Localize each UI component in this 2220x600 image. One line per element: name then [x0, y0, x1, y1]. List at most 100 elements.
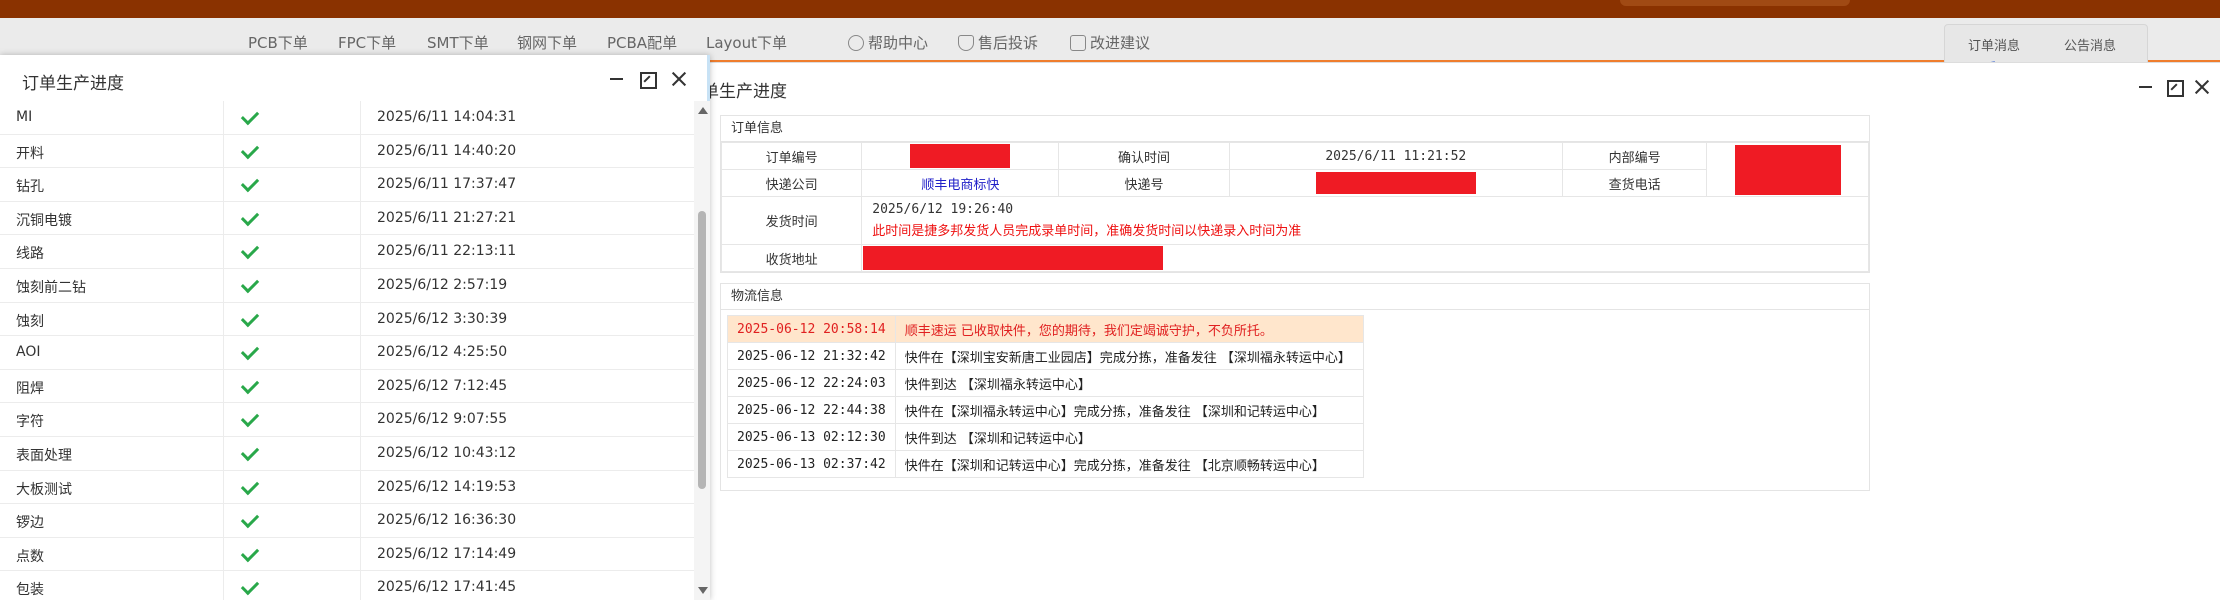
logistics-row: 2025-06-12 22:24:03 快件到达 【深圳福永转运中心】	[727, 369, 1364, 397]
progress-scrollbar[interactable]	[694, 101, 710, 600]
internal-no-value	[1706, 142, 1869, 197]
progress-time: 2025/6/11 21:27:21	[377, 209, 517, 226]
logistics-text: 快件在【深圳和记转运中心】完成分拣，准备发往 【北京顺畅转运中心】	[894, 450, 1364, 478]
column-divider	[223, 403, 224, 436]
nav-stencil-order[interactable]: 钢网下单	[517, 32, 577, 53]
logistics-time: 2025-06-13 02:12:30	[727, 423, 896, 451]
check-icon	[242, 510, 260, 528]
progress-dialog-titlebar[interactable]: 订单生产进度	[0, 55, 707, 101]
column-divider	[223, 470, 224, 504]
check-icon	[242, 443, 260, 461]
top-search-box[interactable]	[1620, 0, 1850, 6]
help-icon	[848, 35, 864, 51]
column-divider	[360, 537, 361, 571]
progress-row: AOI 2025/6/12 4:25:50	[0, 336, 694, 370]
maximize-icon[interactable]	[637, 69, 657, 89]
tracking-value	[1228, 169, 1563, 197]
close-icon[interactable]	[669, 69, 689, 89]
check-icon	[242, 409, 260, 427]
column-divider	[360, 168, 361, 201]
nav-smt-order[interactable]: SMT下单	[427, 32, 489, 53]
check-icon	[242, 309, 260, 327]
minimize-icon[interactable]	[2136, 77, 2156, 97]
nav-pcb-order[interactable]: PCB下单	[248, 32, 308, 53]
logistics-text: 顺丰速运 已收取快件，您的期待，我们定竭诚守护，不负所托。	[894, 315, 1364, 343]
progress-step: 点数	[16, 548, 44, 565]
order-info-title: 订单信息	[721, 116, 1869, 142]
nav-suggestion[interactable]: 改进建议	[1070, 32, 1150, 53]
order-no-value	[861, 142, 1060, 170]
nav-layout-order[interactable]: Layout下单	[706, 32, 787, 53]
column-divider	[223, 201, 224, 235]
close-icon[interactable]	[2192, 77, 2212, 97]
progress-list: MI 2025/6/11 14:04:31 开料 2025/6/11 14:40:20…	[0, 101, 694, 600]
progress-dialog-title: 订单生产进度	[22, 74, 124, 94]
top-brand-bar	[0, 0, 2220, 18]
logistics-title: 物流信息	[721, 284, 1869, 310]
progress-time: 2025/6/12 2:57:19	[377, 276, 508, 293]
courier-value[interactable]: 顺丰电商标快	[861, 169, 1060, 197]
logistics-text: 快件在【深圳宝安新唐工业园店】完成分拣，准备发往 【深圳福永转运中心】	[894, 342, 1364, 370]
check-icon	[242, 141, 260, 159]
logistics-text: 快件在【深圳福永转运中心】完成分拣，准备发往 【深圳和记转运中心】	[894, 396, 1364, 424]
column-divider	[360, 571, 361, 600]
progress-step: 开料	[16, 145, 44, 162]
nav-complaint[interactable]: 售后投诉	[958, 32, 1038, 53]
nav-suggest-label: 改进建议	[1090, 34, 1151, 52]
address-label: 收货地址	[720, 244, 863, 272]
progress-row: 线路 2025/6/11 22:13:11	[0, 235, 694, 269]
progress-time: 2025/6/12 16:36:30	[377, 512, 517, 529]
column-divider	[223, 571, 224, 600]
progress-time: 2025/6/11 22:13:11	[377, 243, 517, 260]
progress-time: 2025/6/11 14:04:31	[377, 109, 517, 125]
progress-step: 蚀刻	[16, 313, 44, 330]
progress-time: 2025/6/12 4:25:50	[377, 344, 508, 361]
progress-row: 开料 2025/6/11 14:40:20	[0, 134, 694, 169]
progress-row: 蚀刻 2025/6/12 3:30:39	[0, 302, 694, 337]
app-root: PCB下单 FPC下单 SMT下单 钢网下单 PCBA配单 Layout下单 帮…	[0, 0, 2220, 600]
logistics-time: 2025-06-12 22:24:03	[727, 369, 896, 397]
column-divider	[223, 537, 224, 571]
order-dialog-titlebar[interactable]: 单生产进度	[690, 63, 2220, 109]
scroll-down-icon[interactable]	[698, 587, 708, 594]
column-divider	[360, 302, 361, 336]
progress-row: 沉铜电镀 2025/6/11 21:27:21	[0, 201, 694, 236]
progress-time: 2025/6/12 9:07:55	[377, 411, 508, 428]
logistics-text: 快件到达 【深圳和记转运中心】	[894, 423, 1364, 451]
logistics-row: 2025-06-13 02:12:30 快件到达 【深圳和记转运中心】	[727, 423, 1364, 451]
progress-time: 2025/6/12 17:14:49	[377, 545, 517, 562]
progress-row: 蚀刻前二钻 2025/6/12 2:57:19	[0, 268, 694, 303]
redacted-block	[910, 144, 1011, 168]
logistics-time: 2025-06-12 22:44:38	[727, 396, 896, 424]
logistics-section: 物流信息 2025-06-12 20:58:14 顺丰速运 已收取快件，您的期待…	[720, 283, 1870, 491]
confirm-time-value: 2025/6/11 11:21:52	[1228, 142, 1563, 170]
nav-help-center[interactable]: 帮助中心	[848, 32, 928, 53]
column-divider	[360, 369, 361, 403]
progress-row: 钻孔 2025/6/11 17:37:47	[0, 168, 694, 202]
ship-time-cell: 2025/6/12 19:26:40 此时间是捷多邦发货人员完成录单时间，准确发…	[861, 196, 1869, 245]
check-icon	[242, 107, 260, 125]
nav-pcba-order[interactable]: PCBA配单	[607, 32, 677, 53]
internal-no-label: 内部编号	[1561, 142, 1708, 170]
redacted-block	[1734, 144, 1841, 195]
nav-help-label: 帮助中心	[868, 34, 929, 52]
nav-fpc-order[interactable]: FPC下单	[338, 32, 396, 53]
scroll-up-icon[interactable]	[698, 107, 708, 114]
maximize-icon[interactable]	[2164, 77, 2184, 97]
progress-step: 字符	[16, 414, 44, 431]
address-value	[861, 244, 1869, 272]
minimize-icon[interactable]	[607, 69, 627, 89]
scroll-thumb[interactable]	[698, 211, 706, 489]
column-divider	[360, 504, 361, 537]
progress-time: 2025/6/12 7:12:45	[377, 377, 508, 394]
progress-row: MI 2025/6/11 14:04:31	[0, 101, 694, 135]
logistics-time: 2025-06-13 02:37:42	[727, 450, 896, 478]
progress-step: MI	[16, 109, 33, 125]
logistics-table: 2025-06-12 20:58:14 顺丰速运 已收取快件，您的期待，我们定竭…	[727, 315, 1364, 478]
progress-step: 表面处理	[16, 447, 72, 464]
progress-step: 沉铜电镀	[16, 212, 72, 229]
progress-row: 表面处理 2025/6/12 10:43:12	[0, 436, 694, 471]
progress-row: 字符 2025/6/12 9:07:55	[0, 403, 694, 437]
check-icon	[242, 174, 260, 192]
column-divider	[223, 504, 224, 537]
